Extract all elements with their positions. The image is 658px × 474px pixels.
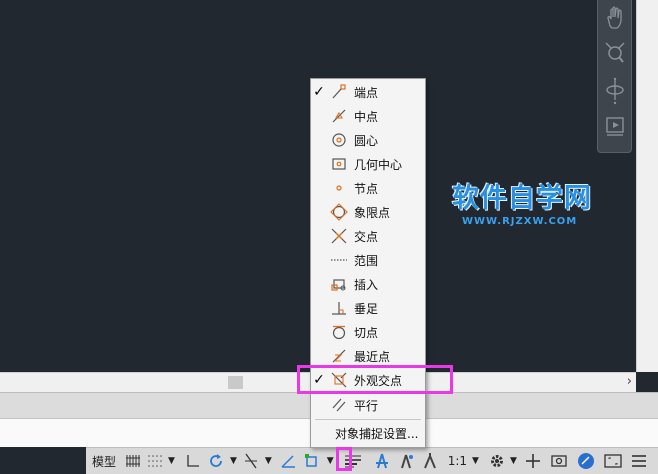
perpendicular-icon — [327, 296, 351, 320]
chevron-down-icon[interactable]: ▼ — [470, 448, 481, 474]
scroll-thumb[interactable] — [228, 376, 243, 389]
menu-item-label: 交点 — [354, 229, 379, 244]
quadrant-icon — [327, 200, 351, 224]
menu-item-label: 象限点 — [354, 205, 391, 220]
menu-item-intersection[interactable]: 交点 — [311, 224, 425, 248]
scroll-right-arrow-icon[interactable]: › — [627, 374, 632, 389]
grid-icon[interactable] — [122, 448, 144, 474]
object-snap-tracking-icon[interactable] — [274, 448, 301, 474]
model-tab[interactable]: 模型 — [86, 448, 122, 474]
menu-item-label: 范围 — [354, 253, 379, 268]
menu-item-label: 几何中心 — [354, 157, 403, 172]
highlight-osnap-dropdown — [336, 447, 352, 471]
menu-item-tangent[interactable]: 切点 — [311, 320, 425, 344]
chevron-down-icon[interactable]: ▼ — [508, 448, 519, 474]
zoom-icon[interactable] — [598, 36, 631, 72]
intersection-icon — [327, 224, 351, 248]
menu-item-label: 节点 — [354, 181, 379, 196]
highlight-apparent-intersection — [297, 365, 453, 394]
endpoint-icon — [327, 80, 351, 104]
watermark: 软件自学网 WWW.RJZXW.COM — [452, 183, 602, 233]
midpoint-icon — [327, 104, 351, 128]
menu-item-label: 切点 — [354, 325, 379, 340]
chevron-down-icon[interactable]: ▼ — [228, 448, 239, 474]
menu-item-label: 平行 — [354, 398, 379, 413]
menu-item-endpoint[interactable]: ✓ 端点 — [311, 80, 425, 104]
menu-item-label: 对象捕捉设置... — [335, 426, 419, 441]
menu-item-extension[interactable]: 范围 — [311, 248, 425, 272]
hardware-acceleration-icon[interactable] — [571, 448, 598, 474]
menu-item-label: 端点 — [354, 85, 379, 100]
menu-item-label: 中点 — [354, 109, 379, 124]
pan-hand-icon[interactable] — [598, 0, 631, 36]
geometric-center-icon — [327, 152, 351, 176]
insertion-icon — [327, 272, 351, 296]
menu-item-quadrant[interactable]: 象限点 — [311, 200, 425, 224]
annotation-scale-icon[interactable] — [365, 448, 394, 474]
checkmark-icon: ✓ — [313, 84, 325, 100]
extension-icon — [327, 248, 351, 272]
parallel-icon — [327, 393, 351, 417]
watermark-url: WWW.RJZXW.COM — [462, 216, 578, 227]
navigation-bar — [597, 0, 632, 153]
annotation-visibility-icon[interactable] — [394, 448, 418, 474]
isolate-objects-icon[interactable] — [544, 448, 571, 474]
menu-item-label: 圆心 — [354, 133, 379, 148]
menu-item-label: 最近点 — [354, 349, 391, 364]
menu-item-parallel[interactable]: 平行 — [311, 393, 425, 417]
menu-separator — [315, 419, 421, 420]
tangent-icon — [327, 320, 351, 344]
menu-item-label: 插入 — [354, 277, 379, 292]
gear-icon[interactable] — [481, 448, 508, 474]
node-icon — [327, 176, 351, 200]
isodraft-icon[interactable] — [239, 448, 263, 474]
plus-icon[interactable] — [519, 448, 544, 474]
center-icon — [327, 128, 351, 152]
menu-item-insertion[interactable]: 插入 — [311, 272, 425, 296]
clean-screen-icon[interactable] — [598, 448, 625, 474]
menu-item-geometric-center[interactable]: 几何中心 — [311, 152, 425, 176]
auto-scale-icon[interactable] — [418, 448, 442, 474]
menu-item-osnap-settings[interactable]: 对象捕捉设置... — [311, 421, 425, 445]
snap-icon[interactable] — [144, 448, 166, 474]
watermark-title: 软件自学网 — [452, 183, 592, 214]
menu-item-center[interactable]: 圆心 — [311, 128, 425, 152]
menu-item-node[interactable]: 节点 — [311, 176, 425, 200]
ortho-icon[interactable] — [177, 448, 204, 474]
hamburger-menu-icon[interactable] — [625, 448, 650, 474]
polar-tracking-icon[interactable] — [204, 448, 228, 474]
scale-selector[interactable]: 1:1 — [442, 448, 470, 474]
menu-item-midpoint[interactable]: 中点 — [311, 104, 425, 128]
status-bar: 模型 ▼ ▼ ▼ ▼ 1:1 ▼ ▼ — [86, 447, 658, 474]
menu-item-label: 垂足 — [354, 301, 379, 316]
vertical-scrollbar[interactable] — [636, 0, 658, 372]
menu-item-perpendicular[interactable]: 垂足 — [311, 296, 425, 320]
object-snap-icon[interactable] — [301, 448, 323, 474]
orbit-icon[interactable] — [598, 72, 631, 108]
chevron-down-icon[interactable]: ▼ — [263, 448, 274, 474]
osnap-dropdown-chevron-icon[interactable]: ▼ — [325, 448, 336, 474]
showmotion-icon[interactable] — [598, 108, 631, 144]
chevron-down-icon[interactable]: ▼ — [166, 448, 177, 474]
